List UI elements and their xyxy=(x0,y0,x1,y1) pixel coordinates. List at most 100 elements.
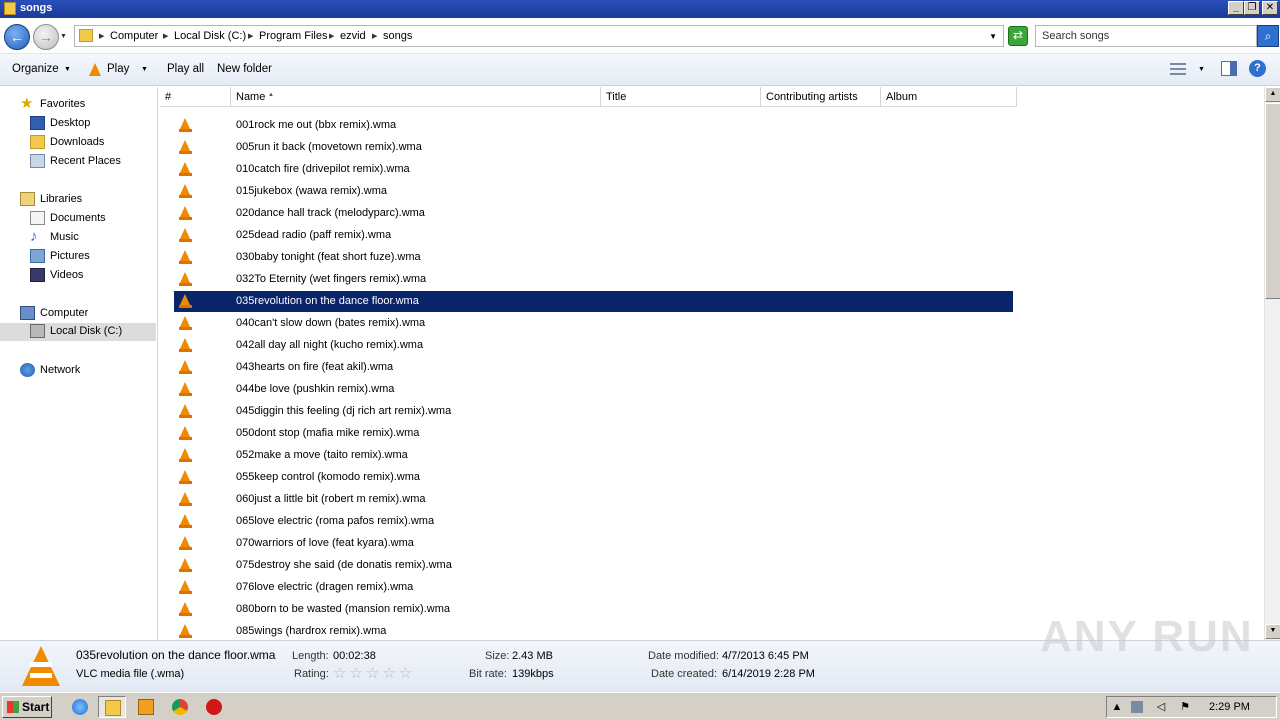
nav-network[interactable]: Network xyxy=(20,362,156,380)
breadcrumb-computer[interactable]: Computer xyxy=(110,30,158,42)
file-row[interactable]: 032To Eternity (wet fingers remix).wma xyxy=(174,269,1013,290)
minimize-button[interactable]: _ xyxy=(1228,1,1244,15)
column-header-title[interactable]: Title xyxy=(601,87,761,107)
taskbar-internet-explorer[interactable] xyxy=(66,696,94,718)
breadcrumb-songs[interactable]: songs xyxy=(383,30,412,42)
file-row[interactable]: 070warriors of love (feat kyara).wma xyxy=(174,533,1013,554)
file-row[interactable]: 065love electric (roma pafos remix).wma xyxy=(174,511,1013,532)
start-button[interactable]: Start xyxy=(2,696,52,718)
address-row: ← → ▼ ▶ Computer ▶ Local Disk (C:) ▶ Pro… xyxy=(0,18,1280,54)
network-status-icon[interactable] xyxy=(1131,701,1143,713)
file-row[interactable]: 050dont stop (mafia mike remix).wma xyxy=(174,423,1013,444)
file-row[interactable]: 052make a move (taito remix).wma xyxy=(174,445,1013,466)
chevron-icon[interactable]: ▶ xyxy=(372,32,377,40)
nav-recent-places[interactable]: Recent Places xyxy=(30,153,156,171)
file-row[interactable]: 045diggin this feeling (dj rich art remi… xyxy=(174,401,1013,422)
column-header-contributing-artists[interactable]: Contributing artists xyxy=(761,87,881,107)
view-dropdown-icon[interactable]: ▼ xyxy=(1198,66,1205,73)
organize-button[interactable]: Organize xyxy=(12,63,59,75)
refresh-button[interactable]: ⇄ xyxy=(1008,26,1028,46)
taskbar-stop-app[interactable] xyxy=(200,696,228,718)
breadcrumb-program-files[interactable]: Program Files xyxy=(259,30,327,42)
search-icon[interactable]: ⌕ xyxy=(1257,25,1279,47)
file-row[interactable]: 040can't slow down (bates remix).wma xyxy=(174,313,1013,334)
preview-pane-icon[interactable] xyxy=(1221,61,1237,76)
vlc-file-icon xyxy=(179,316,192,331)
nav-documents[interactable]: Documents xyxy=(30,210,156,228)
file-row[interactable]: 076love electric (dragen remix).wma xyxy=(174,577,1013,598)
file-row[interactable]: 042all day all night (kucho remix).wma xyxy=(174,335,1013,356)
chevron-icon[interactable]: ▶ xyxy=(329,32,334,40)
column-header-number[interactable]: # xyxy=(160,87,231,107)
back-button[interactable]: ← xyxy=(4,24,30,50)
play-button[interactable]: Play xyxy=(107,63,129,75)
rating-stars[interactable]: ☆☆☆☆☆ xyxy=(333,664,415,682)
file-row[interactable]: 080born to be wasted (mansion remix).wma xyxy=(174,599,1013,620)
action-center-flag-icon[interactable]: ⚑ xyxy=(1179,701,1191,713)
scroll-thumb[interactable] xyxy=(1265,103,1280,299)
nav-computer[interactable]: Computer xyxy=(20,305,156,323)
file-row[interactable]: 025dead radio (paff remix).wma xyxy=(174,225,1013,246)
volume-icon[interactable]: ◁ xyxy=(1155,701,1167,713)
date-modified-label: Date modified: xyxy=(648,650,719,662)
file-row[interactable]: 044be love (pushkin remix).wma xyxy=(174,379,1013,400)
show-hidden-icons-icon[interactable]: ▲ xyxy=(1111,701,1123,713)
clock[interactable]: 2:29 PM xyxy=(1209,701,1250,713)
internet-explorer-icon xyxy=(72,699,88,715)
close-button[interactable]: ✕ xyxy=(1262,1,1278,15)
file-row[interactable]: 020dance hall track (melodyparc).wma xyxy=(174,203,1013,224)
search-input[interactable]: Search songs xyxy=(1035,25,1257,47)
chevron-icon[interactable]: ▶ xyxy=(99,32,104,40)
play-all-button[interactable]: Play all xyxy=(167,63,204,75)
file-row[interactable]: 043hearts on fire (feat akil).wma xyxy=(174,357,1013,378)
nav-label: Computer xyxy=(40,307,89,319)
file-row[interactable]: 055keep control (komodo remix).wma xyxy=(174,467,1013,488)
file-row[interactable]: 035revolution on the dance floor.wma xyxy=(174,291,1013,312)
back-arrow-icon: ← xyxy=(10,29,24,45)
restore-button[interactable]: ❐ xyxy=(1244,1,1260,15)
taskbar-chrome[interactable] xyxy=(166,696,194,718)
nav-favorites[interactable]: ★ Favorites xyxy=(20,96,156,114)
play-dropdown-icon[interactable]: ▼ xyxy=(141,66,148,73)
scroll-up-button[interactable]: ▲ xyxy=(1265,87,1280,102)
file-row[interactable]: 015jukebox (wawa remix).wma xyxy=(174,181,1013,202)
chevron-icon[interactable]: ▶ xyxy=(163,32,168,40)
recent-pages-dropdown[interactable]: ▼ xyxy=(60,33,67,40)
column-header-album[interactable]: Album xyxy=(881,87,1017,107)
file-row[interactable]: 005run it back (movetown remix).wma xyxy=(174,137,1013,158)
file-row[interactable]: 001rock me out (bbx remix).wma xyxy=(174,115,1013,136)
taskbar-media-player[interactable] xyxy=(132,696,160,718)
watermark: ANY RUN xyxy=(1040,612,1254,661)
breadcrumb-ezvid[interactable]: ezvid xyxy=(340,30,366,42)
vlc-file-icon xyxy=(179,162,192,177)
nav-music[interactable]: ♪ Music xyxy=(30,229,156,247)
address-bar[interactable]: ▶ Computer ▶ Local Disk (C:) ▶ Program F… xyxy=(74,25,1004,47)
vlc-file-icon xyxy=(179,382,192,397)
vertical-scrollbar[interactable]: ▲ ▼ xyxy=(1264,87,1280,640)
address-dropdown[interactable]: ▼ xyxy=(989,32,997,41)
breadcrumb-local-disk[interactable]: Local Disk (C:) xyxy=(174,30,246,42)
file-row[interactable]: 085wings (hardrox remix).wma xyxy=(174,621,1013,640)
nav-pictures[interactable]: Pictures xyxy=(30,248,156,266)
view-options-icon[interactable] xyxy=(1170,63,1186,75)
nav-libraries[interactable]: Libraries xyxy=(20,191,156,209)
music-note-icon: ♪ xyxy=(30,228,38,245)
nav-local-disk[interactable]: Local Disk (C:) xyxy=(0,323,156,341)
file-row[interactable]: 030baby tonight (feat short fuze).wma xyxy=(174,247,1013,268)
file-row[interactable]: 010catch fire (drivepilot remix).wma xyxy=(174,159,1013,180)
forward-button[interactable]: → xyxy=(33,24,59,50)
start-label: Start xyxy=(22,700,50,714)
help-icon[interactable]: ? xyxy=(1249,60,1266,77)
new-folder-button[interactable]: New folder xyxy=(217,63,272,75)
nav-videos[interactable]: Videos xyxy=(30,267,156,285)
organize-dropdown-icon[interactable]: ▼ xyxy=(64,66,71,73)
file-row[interactable]: 060just a little bit (robert m remix).wm… xyxy=(174,489,1013,510)
nav-downloads[interactable]: Downloads xyxy=(30,134,156,152)
taskbar-explorer[interactable] xyxy=(98,696,126,718)
file-row[interactable]: 075destroy she said (de donatis remix).w… xyxy=(174,555,1013,576)
chevron-icon[interactable]: ▶ xyxy=(248,32,253,40)
column-header-name[interactable]: Name ▲ xyxy=(231,87,601,107)
nav-desktop[interactable]: Desktop xyxy=(30,115,156,133)
scroll-down-button[interactable]: ▼ xyxy=(1265,624,1280,639)
bitrate-value: 139kbps xyxy=(512,668,554,680)
